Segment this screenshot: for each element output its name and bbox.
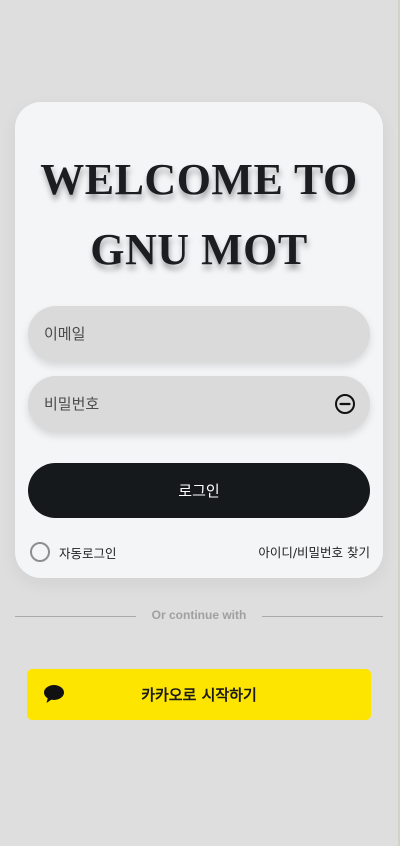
login-card: WELCOME TO GNU MOT 로그인 자동로그인 아이디/비밀번호 찾기: [15, 102, 383, 578]
login-screen: WELCOME TO GNU MOT 로그인 자동로그인 아이디/비밀번호 찾기…: [0, 0, 400, 846]
email-field[interactable]: [28, 306, 370, 362]
find-account-link[interactable]: 아이디/비밀번호 찾기: [258, 542, 370, 561]
auto-login-label: 자동로그인: [59, 545, 117, 561]
minus-circle-icon[interactable]: [334, 393, 356, 415]
divider-line-left: [15, 616, 136, 617]
welcome-title-line2: GNU MOT: [90, 225, 308, 274]
kakao-login-label: 카카오로 시작하기: [141, 686, 257, 704]
password-input[interactable]: [44, 395, 354, 413]
email-input[interactable]: [44, 325, 354, 343]
auto-login-radio[interactable]: [30, 542, 50, 562]
divider-line-right: [262, 616, 383, 617]
auto-login-toggle[interactable]: 자동로그인: [30, 541, 117, 563]
kakao-login-button[interactable]: 카카오로 시작하기: [27, 669, 371, 720]
login-button[interactable]: 로그인: [28, 463, 370, 518]
divider-label: Or continue with: [151, 608, 247, 622]
welcome-title-line1: WELCOME TO: [40, 155, 358, 204]
password-field[interactable]: [28, 376, 370, 432]
